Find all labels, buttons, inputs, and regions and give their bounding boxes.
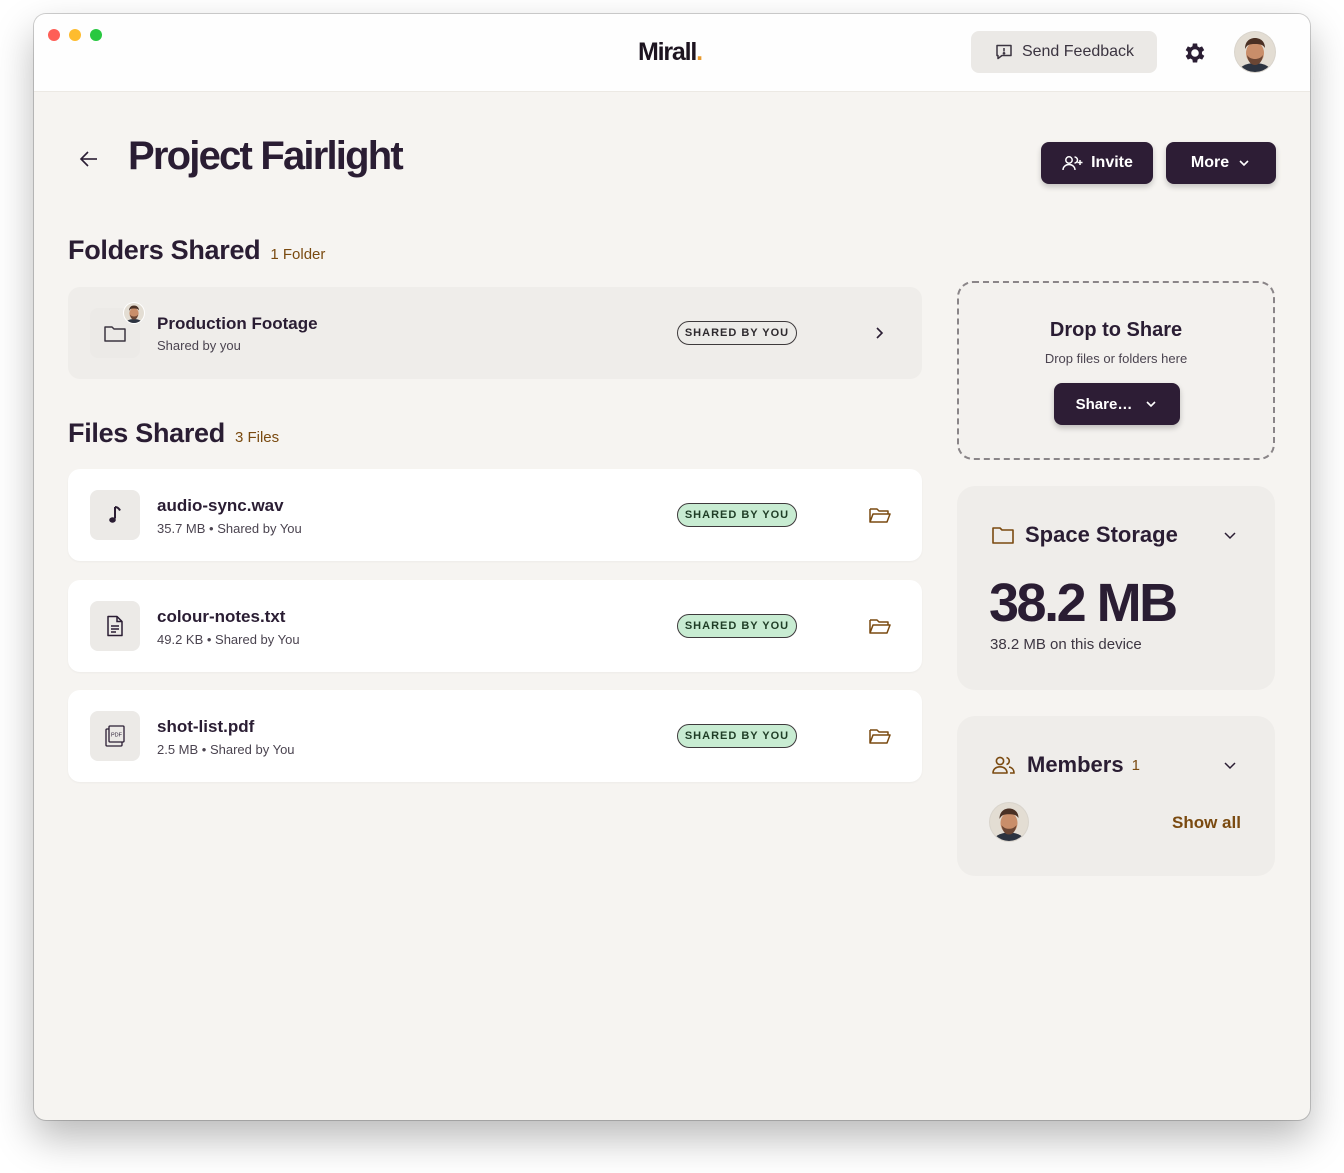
file-icon-box (90, 601, 140, 651)
members-count: 1 (1131, 756, 1140, 774)
open-folder-icon[interactable] (868, 504, 892, 526)
file-meta: 49.2 KB • Shared by You (157, 632, 300, 647)
zoom-window-button[interactable] (90, 29, 102, 41)
more-button[interactable]: More (1166, 142, 1276, 184)
file-name: shot-list.pdf (157, 717, 255, 736)
app-logo: Mirall. (638, 38, 703, 66)
folder-icon (104, 326, 126, 342)
chevron-down-icon (1146, 401, 1156, 408)
members-title: Members (1027, 752, 1124, 777)
member-avatar[interactable] (989, 802, 1029, 842)
owner-avatar (123, 302, 145, 324)
send-feedback-button[interactable]: Send Feedback (971, 31, 1157, 73)
back-arrow-icon[interactable] (78, 148, 100, 170)
show-all-link[interactable]: Show all (1172, 813, 1241, 833)
file-icon-box: PDF (90, 711, 140, 761)
storage-title: Space Storage (1025, 522, 1178, 547)
storage-panel: Space Storage 38.2 MB 38.2 MB on this de… (957, 486, 1275, 690)
file-row[interactable]: colour-notes.txt 49.2 KB • Shared by You… (68, 580, 922, 672)
members-panel: Members 1 Show all (957, 716, 1275, 876)
drop-zone-title: Drop to Share (1049, 319, 1183, 341)
share-button[interactable]: Share… (1054, 383, 1180, 425)
file-meta: 35.7 MB • Shared by You (157, 521, 302, 536)
shared-badge: SHARED BY YOU (677, 503, 797, 527)
folder-name: Production Footage (157, 314, 318, 333)
chevron-down-icon[interactable] (1221, 526, 1239, 544)
drop-zone[interactable]: Drop to Share Drop files or folders here… (957, 281, 1275, 460)
close-window-button[interactable] (48, 29, 60, 41)
chevron-down-icon[interactable] (1221, 756, 1239, 774)
page-title: Project Fairlight (128, 134, 404, 178)
file-row[interactable]: PDF shot-list.pdf 2.5 MB • Shared by You… (68, 690, 922, 782)
file-meta: 2.5 MB • Shared by You (157, 742, 295, 757)
members-header[interactable]: Members 1 (991, 752, 1140, 778)
folders-title: Folders Shared (68, 235, 261, 265)
folder-meta: Shared by you (157, 338, 241, 353)
pdf-icon-label: PDF (111, 733, 123, 739)
folders-section-title: Folders Shared 1 Folder (68, 235, 325, 266)
files-section-title: Files Shared 3 Files (68, 418, 279, 449)
more-label: More (1190, 154, 1230, 171)
storage-header[interactable]: Space Storage (991, 522, 1178, 548)
settings-gear-icon[interactable] (1182, 40, 1208, 66)
storage-value: 38.2 MB (989, 573, 1178, 633)
invite-label: Invite (1091, 154, 1133, 171)
invite-button[interactable]: Invite (1041, 142, 1153, 184)
file-icon-box (90, 490, 140, 540)
members-icon (992, 756, 1015, 774)
share-label: Share… (1075, 395, 1133, 413)
chevron-down-icon (1239, 160, 1249, 167)
chevron-right-icon[interactable] (872, 322, 888, 344)
text-file-icon (107, 615, 123, 637)
pdf-file-icon: PDF (105, 725, 125, 747)
file-row[interactable]: audio-sync.wav 35.7 MB • Shared by You S… (68, 469, 922, 561)
folder-icon (992, 527, 1014, 544)
files-title: Files Shared (68, 418, 225, 448)
send-feedback-label: Send Feedback (1021, 43, 1135, 60)
music-note-icon (109, 506, 121, 523)
shared-badge: SHARED BY YOU (677, 724, 797, 748)
shared-badge: SHARED BY YOU (677, 614, 797, 638)
file-name: audio-sync.wav (157, 496, 284, 515)
files-count: 3 Files (234, 429, 280, 446)
drop-zone-subtitle: Drop files or folders here (1044, 351, 1188, 366)
user-avatar[interactable] (1234, 31, 1276, 73)
add-user-icon (1062, 156, 1083, 171)
open-folder-icon[interactable] (868, 725, 892, 747)
storage-subtitle: 38.2 MB on this device (990, 636, 1142, 653)
feedback-icon (996, 44, 1012, 60)
folder-row[interactable]: Production Footage Shared by you SHARED … (68, 287, 922, 379)
open-folder-icon[interactable] (868, 615, 892, 637)
minimize-window-button[interactable] (69, 29, 81, 41)
shared-badge: SHARED BY YOU (677, 321, 797, 345)
title-bar: Mirall. Send Feedback (34, 14, 1310, 92)
folders-count: 1 Folder (270, 246, 326, 263)
app-window: Mirall. Send Feedback Project Fairlight … (34, 14, 1310, 1120)
file-name: colour-notes.txt (157, 607, 286, 626)
